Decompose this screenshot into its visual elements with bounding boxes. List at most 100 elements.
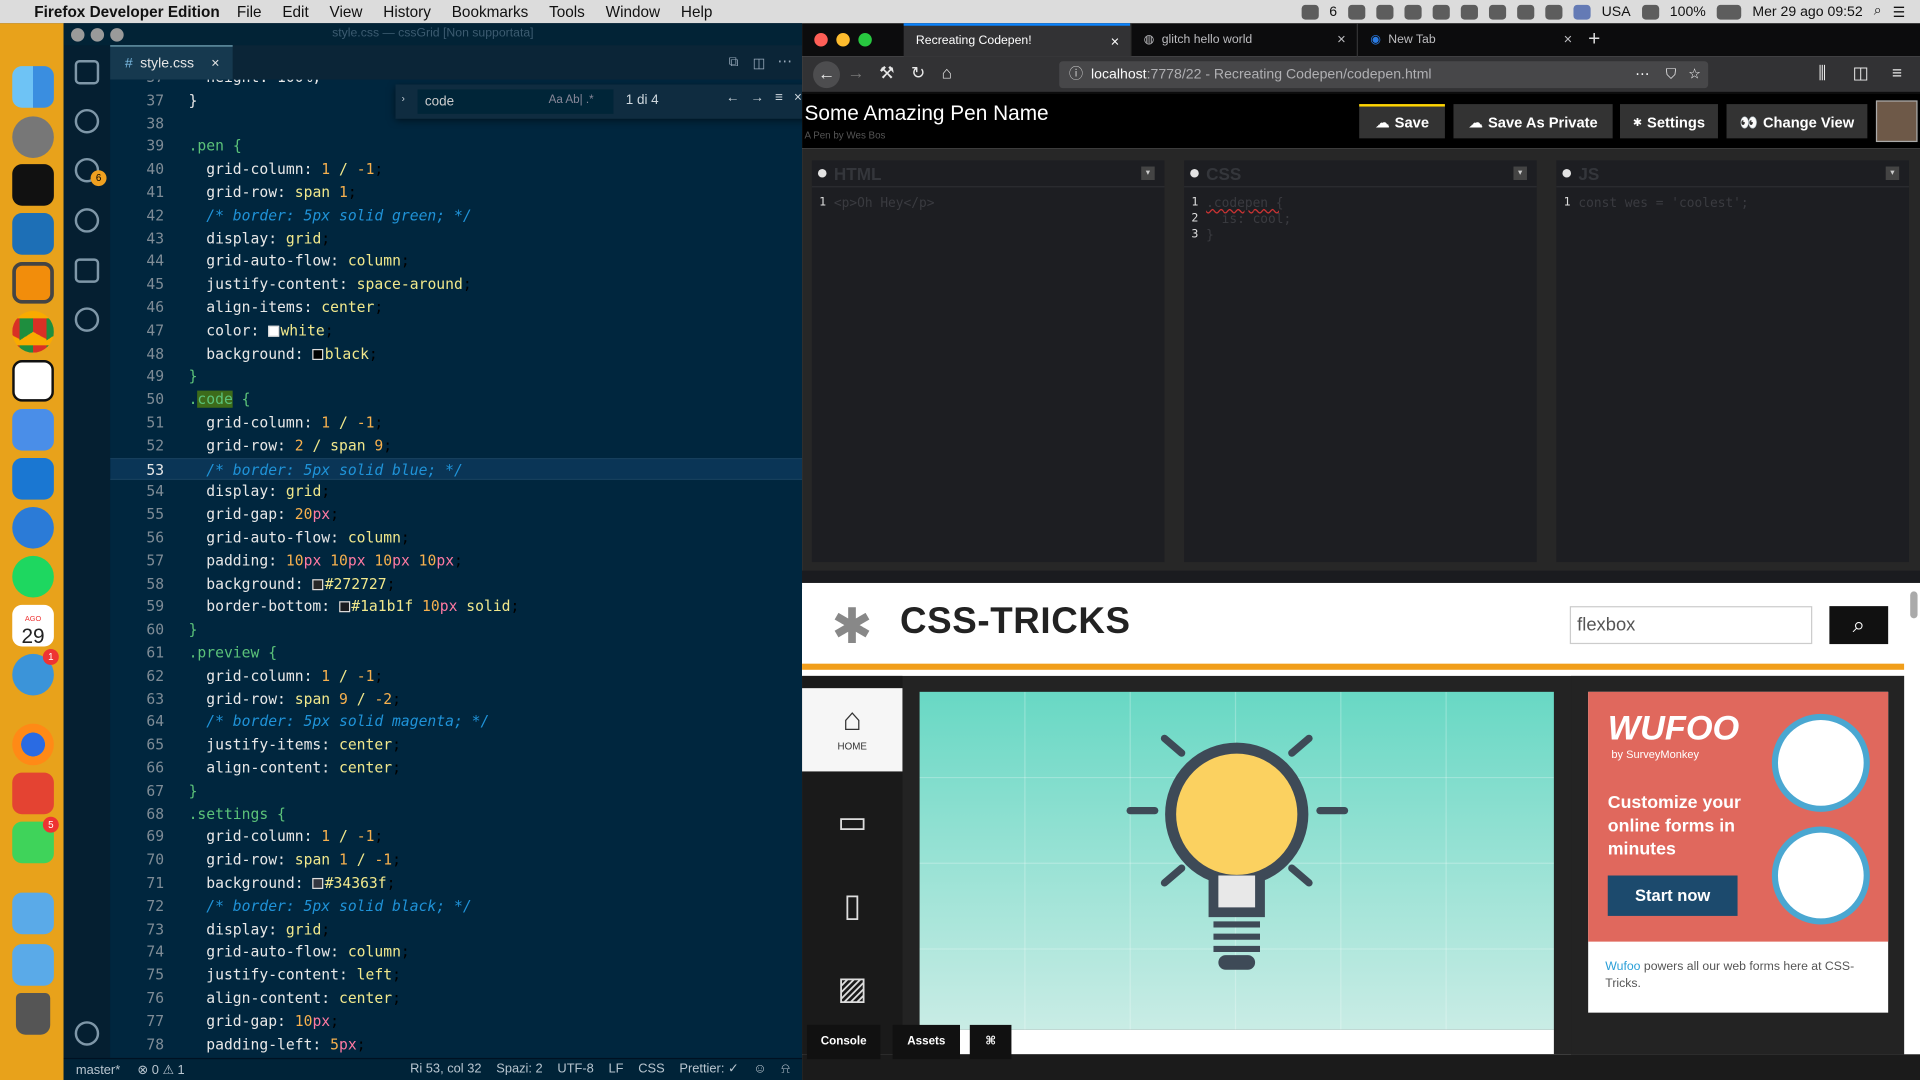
save-as-private-button[interactable]: ☁ Save As Private bbox=[1453, 104, 1613, 139]
page-actions-icon[interactable]: ⋯ bbox=[1635, 61, 1649, 88]
js-pane[interactable]: JS ▾ 1 const wes = 'coolest'; bbox=[1556, 160, 1909, 563]
app-tray-icon[interactable] bbox=[1404, 4, 1422, 19]
trash-icon[interactable] bbox=[15, 993, 51, 1035]
spotify-icon[interactable] bbox=[12, 555, 54, 598]
app-menu[interactable]: Firefox Developer Edition bbox=[34, 3, 219, 20]
code-line[interactable]: 56 grid-auto-flow: column; bbox=[110, 527, 802, 550]
keyboard-layout[interactable]: USA bbox=[1602, 4, 1631, 19]
volume-icon[interactable] bbox=[1641, 4, 1659, 19]
code-line[interactable]: 45 justify-content: space-around; bbox=[110, 273, 802, 296]
encoding[interactable]: UTF-8 bbox=[557, 1062, 593, 1078]
messages-icon[interactable]: 5 bbox=[12, 816, 59, 864]
code-line[interactable]: 52 grid-row: 2 / span 9; bbox=[110, 434, 802, 457]
menu-file[interactable]: File bbox=[237, 3, 262, 20]
tab-style-css[interactable]: # style.css × bbox=[110, 45, 233, 80]
code-line[interactable]: 58 background: #272727; bbox=[110, 573, 802, 596]
search-icon[interactable] bbox=[74, 108, 100, 134]
app-tray-icon[interactable] bbox=[1348, 4, 1366, 19]
menu-help[interactable]: Help bbox=[681, 3, 712, 20]
cursor-position[interactable]: Ri 53, col 32 bbox=[410, 1062, 481, 1078]
menu-icon[interactable]: ≡ bbox=[1892, 62, 1902, 82]
new-tab-button[interactable]: + bbox=[1588, 27, 1600, 51]
keyboard-shortcuts-button[interactable]: ⌘ bbox=[969, 1024, 1012, 1060]
spotlight-icon[interactable]: ⌕ bbox=[1874, 4, 1882, 20]
code-line[interactable]: 44 grid-auto-flow: column; bbox=[110, 250, 802, 273]
code-line[interactable]: 66 align-content: center; bbox=[110, 757, 802, 780]
indentation[interactable]: Spazi: 2 bbox=[496, 1062, 542, 1078]
ad-footer-link[interactable]: Wufoo bbox=[1605, 960, 1640, 973]
clock[interactable]: Mer 29 ago 09:52 bbox=[1752, 4, 1862, 19]
downloads-folder-icon[interactable] bbox=[12, 892, 54, 935]
code-line[interactable]: 67} bbox=[110, 780, 802, 803]
previous-match-icon[interactable]: ← bbox=[726, 91, 750, 106]
notifications-bell-icon[interactable]: ⍾ bbox=[781, 1062, 790, 1078]
line-endings[interactable]: LF bbox=[609, 1062, 624, 1078]
menu-view[interactable]: View bbox=[330, 3, 363, 20]
code-line[interactable]: 68 .settings { bbox=[110, 803, 802, 826]
code-line[interactable]: 73 display: grid; bbox=[110, 918, 802, 941]
app-tray-icon[interactable] bbox=[1460, 4, 1478, 19]
prettier-status[interactable]: Prettier: ✓ bbox=[679, 1062, 738, 1078]
code-line[interactable]: 60} bbox=[110, 619, 802, 642]
code-line[interactable]: 41 grid-row: span 1; bbox=[110, 181, 802, 204]
page-info-icon[interactable]: ⓘ bbox=[1069, 61, 1083, 88]
code-line[interactable]: 42 /* border: 5px solid green; */ bbox=[110, 204, 802, 227]
code-line[interactable]: 49} bbox=[110, 365, 802, 388]
close-window-icon[interactable] bbox=[814, 33, 828, 47]
calendar-icon[interactable]: AGO 29 bbox=[12, 604, 54, 647]
avatar[interactable] bbox=[1875, 100, 1918, 143]
browser-tab[interactable]: ◍ glitch hello world × bbox=[1130, 23, 1357, 57]
sublime-text-icon[interactable] bbox=[12, 262, 54, 304]
notification-center-icon[interactable]: ☰ bbox=[1893, 3, 1906, 21]
close-tab-icon[interactable]: × bbox=[211, 56, 219, 71]
home-icon[interactable]: ⌂ bbox=[942, 62, 952, 82]
settings-button[interactable]: ✱ Settings bbox=[1620, 104, 1718, 139]
code-line[interactable]: 59 border-bottom: #1a1b1f 10px solid; bbox=[110, 596, 802, 619]
bookmark-star-icon[interactable]: ☆ bbox=[1688, 61, 1701, 88]
list-app-icon[interactable] bbox=[12, 408, 54, 451]
code-line[interactable]: 64 /* border: 5px solid magenta; */ bbox=[110, 711, 802, 734]
git-branch[interactable]: master* bbox=[76, 1062, 120, 1077]
code-line[interactable]: 77 grid-gap: 10px; bbox=[110, 1010, 802, 1033]
menu-tools[interactable]: Tools bbox=[549, 3, 585, 20]
menu-history[interactable]: History bbox=[383, 3, 431, 20]
firefox-icon[interactable] bbox=[12, 723, 54, 766]
code-line[interactable]: 63 grid-row: span 9 / -2; bbox=[110, 688, 802, 711]
code-line[interactable]: 69 grid-column: 1 / -1; bbox=[110, 826, 802, 849]
code-editor[interactable]: 37 height: 100%; 37} 38 39 .pen {40 grid-col… bbox=[110, 79, 803, 1058]
menu-bookmarks[interactable]: Bookmarks bbox=[452, 3, 529, 20]
bluetooth-icon[interactable] bbox=[1517, 4, 1535, 19]
console-button[interactable]: Console bbox=[806, 1024, 881, 1060]
toggle-replace-icon[interactable]: › bbox=[402, 93, 405, 104]
close-tab-icon[interactable]: × bbox=[1564, 31, 1573, 48]
code-line[interactable]: 57 padding: 10px 10px 10px 10px; bbox=[110, 550, 802, 573]
menu-window[interactable]: Window bbox=[606, 3, 660, 20]
notification-count-icon[interactable] bbox=[1301, 4, 1319, 19]
ad-card[interactable]: WUFOO by SurveyMonkey Customize your onl… bbox=[1588, 691, 1889, 1013]
code-line[interactable]: 43 display: grid; bbox=[110, 227, 802, 250]
assets-button[interactable]: Assets bbox=[892, 1024, 960, 1060]
sidebar-item-gallery[interactable]: ▨ bbox=[802, 950, 902, 1033]
settings-gear-icon[interactable] bbox=[74, 1021, 100, 1046]
chevron-down-icon[interactable]: ▾ bbox=[1885, 166, 1900, 180]
code-line[interactable]: 72 /* border: 5px solid black; */ bbox=[110, 895, 802, 918]
code-line[interactable]: 78 padding-left: 5px; bbox=[110, 1033, 802, 1056]
code-line[interactable]: 61 .preview { bbox=[110, 642, 802, 665]
app-tray-icon[interactable] bbox=[1376, 4, 1394, 19]
language-mode[interactable]: CSS bbox=[638, 1062, 664, 1078]
more-actions-icon[interactable]: ⋯ bbox=[778, 53, 793, 70]
library-icon[interactable]: ⫼ bbox=[1818, 62, 1826, 83]
chevron-down-icon[interactable]: ▾ bbox=[1513, 166, 1527, 180]
chrome-icon[interactable] bbox=[12, 311, 54, 353]
split-editor-icon[interactable]: ◫ bbox=[753, 55, 766, 71]
css-pane[interactable]: CSS ▾ 1 .codepen { 2 is: cool; 3} bbox=[1184, 160, 1537, 563]
find-in-selection-icon[interactable]: ≡ bbox=[775, 91, 794, 106]
maximize-window-icon[interactable] bbox=[858, 33, 872, 47]
timeline-icon[interactable] bbox=[74, 307, 100, 332]
browser-tab-active[interactable]: Recreating Codepen! × bbox=[903, 23, 1131, 57]
sidebar-item-home[interactable]: ⌂ HOME bbox=[802, 688, 903, 772]
sidebar-item-guides[interactable]: ▯ bbox=[802, 867, 902, 950]
site-search-button[interactable]: ⌕ bbox=[1829, 606, 1889, 645]
change-view-button[interactable]: 👀 Change View bbox=[1726, 104, 1868, 139]
vscode-icon[interactable] bbox=[12, 213, 54, 255]
